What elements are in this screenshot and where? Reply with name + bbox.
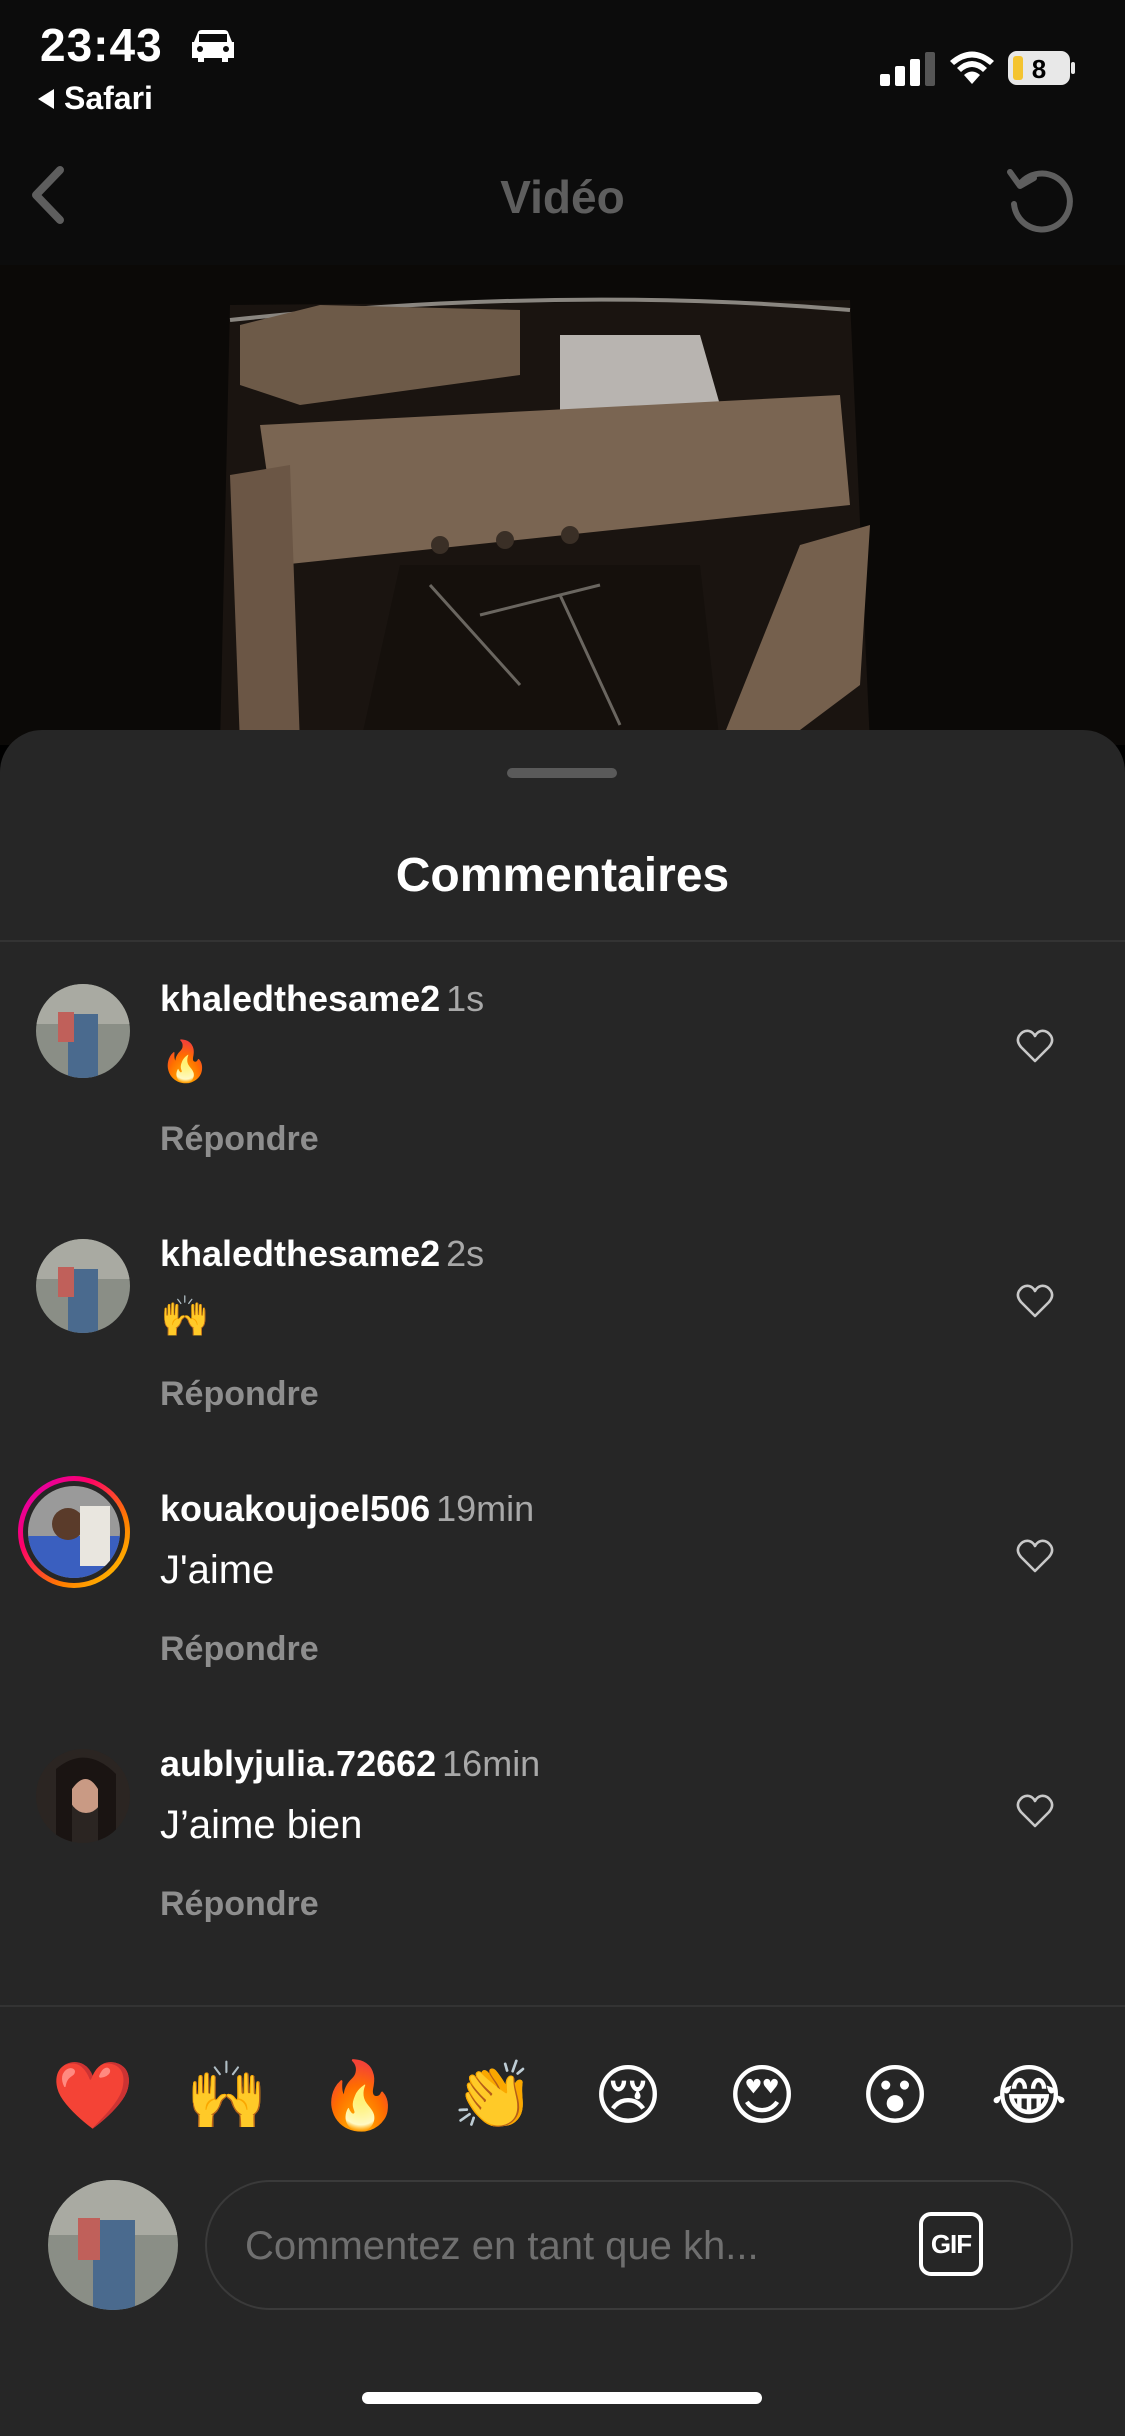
comment-username[interactable]: khaledthesame2 xyxy=(160,978,440,1019)
comment-username[interactable]: aublyjulia.72662 xyxy=(160,1743,436,1784)
nav-bar: Vidéo xyxy=(0,130,1125,266)
avatar[interactable] xyxy=(36,1749,130,1843)
comment-item: khaledthesame2 2s 🙌 Répondre xyxy=(0,1195,1125,1445)
heart-icon[interactable] xyxy=(1016,1028,1054,1064)
avatar-photo xyxy=(36,1239,130,1333)
comment-header: kouakoujoel506 19min xyxy=(160,1488,534,1530)
page-title: Vidéo xyxy=(500,171,625,223)
avatar-photo xyxy=(36,984,130,1078)
quick-reactions: ❤️ 🙌 🔥 👏 😢 😍 😮 😂 xyxy=(0,2050,1125,2150)
sheet-title: Commentaires xyxy=(395,849,730,902)
home-indicator xyxy=(362,2392,762,2404)
comment-username[interactable]: khaledthesame2 xyxy=(160,1233,440,1274)
comment-time: 16min xyxy=(442,1743,541,1784)
avatar-photo xyxy=(36,1749,130,1843)
status-bar: 23:43 Safari 8 xyxy=(0,0,1125,130)
avatar[interactable] xyxy=(36,1239,130,1333)
comment-header: aublyjulia.72662 16min xyxy=(160,1743,540,1785)
composer-divider xyxy=(0,2005,1125,2007)
heart-icon[interactable] xyxy=(1016,1538,1054,1574)
status-time: 23:43 xyxy=(40,19,163,71)
comment-item: aublyjulia.72662 16min J’aime bien Répond… xyxy=(0,1705,1125,1955)
reaction-clap-emoji[interactable]: 👏 xyxy=(449,2050,539,2140)
video-frame-image xyxy=(0,265,1125,745)
reaction-laughing-emoji[interactable]: 😂 xyxy=(984,2050,1074,2140)
reaction-crying-emoji[interactable]: 😢 xyxy=(583,2050,673,2140)
reply-button[interactable]: Répondre xyxy=(160,1375,319,1414)
comments-sheet: Commentaires khaledthesame2 1s 🔥 Répondre… xyxy=(0,730,1125,2436)
sheet-drag-handle[interactable] xyxy=(507,768,617,778)
comment-item: kouakoujoel506 19min J'aime Répondre xyxy=(0,1450,1125,1700)
back-app-label: Safari xyxy=(64,80,153,116)
reaction-raised-hands-emoji[interactable]: 🙌 xyxy=(182,2050,272,2140)
heart-icon[interactable] xyxy=(1016,1283,1054,1319)
gif-button[interactable]: GIF xyxy=(919,2212,983,2276)
reaction-heart-emoji[interactable]: ❤️ xyxy=(48,2050,138,2140)
back-to-safari[interactable]: Safari xyxy=(38,80,153,117)
reaction-surprised-emoji[interactable]: 😮 xyxy=(850,2050,940,2140)
comment-time: 19min xyxy=(436,1488,535,1529)
heart-icon[interactable] xyxy=(1016,1793,1054,1829)
battery-icon: 8 xyxy=(1008,51,1075,85)
comment-text: 🙌 xyxy=(160,1295,210,1339)
comment-time: 2s xyxy=(446,1233,485,1274)
avatar[interactable] xyxy=(36,984,130,1078)
comment-text: J’aime bien xyxy=(160,1803,363,1847)
comment-username[interactable]: kouakoujoel506 xyxy=(160,1488,430,1529)
comment-input[interactable] xyxy=(243,2182,887,2310)
comment-header: khaledthesame2 2s xyxy=(160,1233,484,1275)
car-icon xyxy=(192,30,234,62)
reaction-heart-eyes-emoji[interactable]: 😍 xyxy=(717,2050,807,2140)
refresh-icon[interactable] xyxy=(1000,160,1080,240)
avatar-story-ring[interactable] xyxy=(18,1476,130,1588)
video-preview[interactable] xyxy=(0,265,1125,745)
reply-button[interactable]: Répondre xyxy=(160,1120,319,1159)
comment-text: J'aime xyxy=(160,1548,275,1592)
cellular-signal-icon xyxy=(880,52,935,86)
reaction-fire-emoji[interactable]: 🔥 xyxy=(315,2050,405,2140)
comment-time: 1s xyxy=(446,978,485,1019)
reply-button[interactable]: Répondre xyxy=(160,1630,319,1669)
reply-button[interactable]: Répondre xyxy=(160,1885,319,1924)
battery-level: 8 xyxy=(1032,54,1046,84)
composer-avatar xyxy=(48,2180,178,2310)
avatar-photo xyxy=(28,1486,120,1578)
comment-item: khaledthesame2 1s 🔥 Répondre xyxy=(0,940,1125,1190)
comment-header: khaledthesame2 1s xyxy=(160,978,484,1020)
comment-input-box: GIF xyxy=(205,2180,1073,2310)
wifi-icon xyxy=(950,51,994,84)
comment-text: 🔥 xyxy=(160,1040,210,1084)
avatar-photo xyxy=(48,2180,178,2310)
